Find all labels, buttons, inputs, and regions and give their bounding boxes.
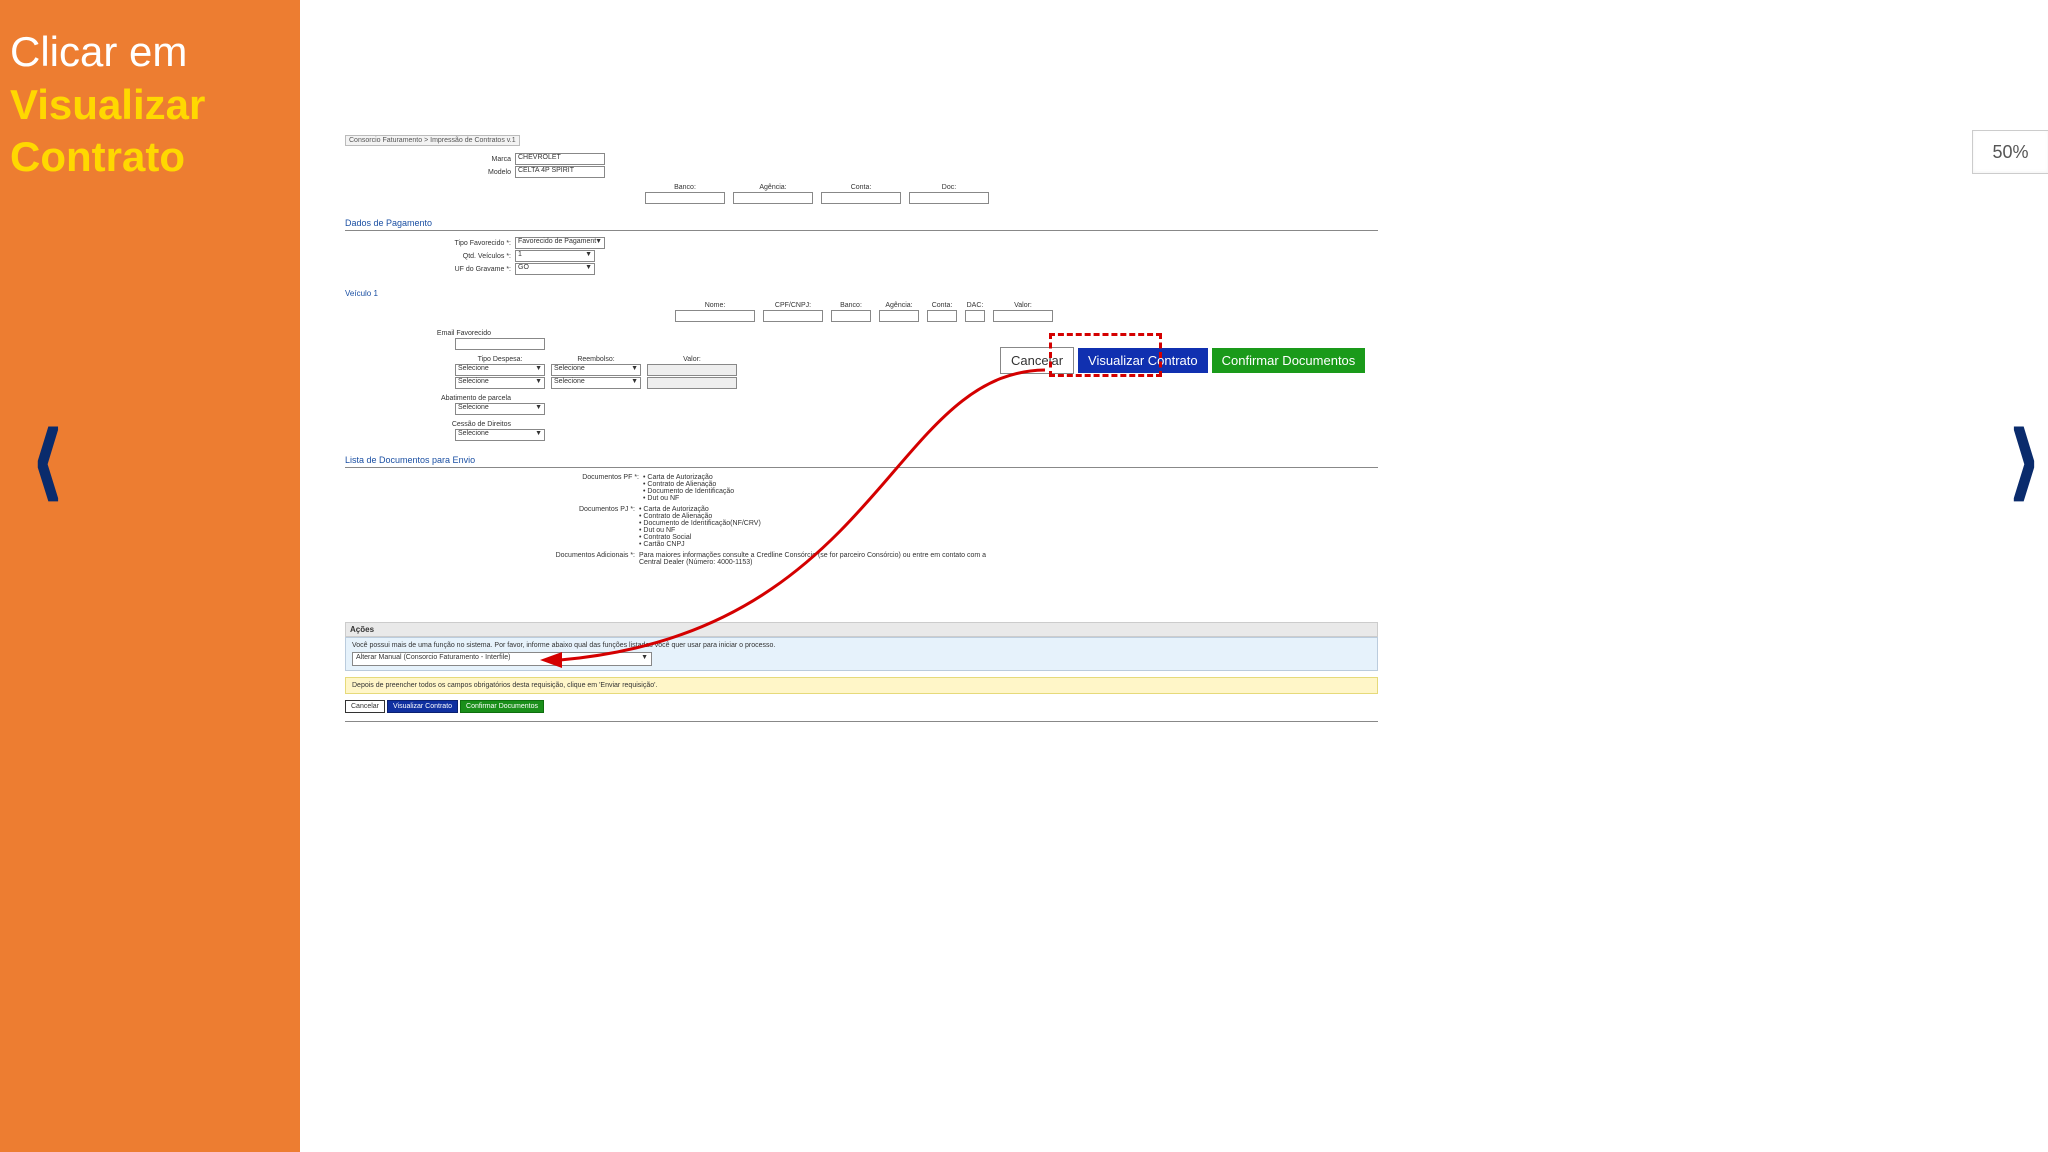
modelo-input[interactable]: CELTA 4P SPIRIT [515, 166, 605, 178]
divider [345, 230, 1378, 231]
conta-header: Conta: [851, 184, 872, 191]
uf-label: UF do Gravame *: [345, 266, 515, 273]
instruction-line2b: Contrato [10, 134, 290, 180]
prev-slide-button[interactable]: ‹ [34, 339, 62, 560]
instruction-sidebar: Clicar em Visualizar Contrato [0, 0, 300, 1152]
vvalor-input[interactable] [993, 310, 1053, 322]
tipo-fav-select[interactable]: Favorecido de Pagament [515, 237, 605, 249]
banco-header: Banco: [674, 184, 696, 191]
info-blue-box: Você possui mais de uma função no sistem… [345, 637, 1378, 671]
cessao-label: Cessão de Direitos [345, 421, 515, 428]
veiculo1-title: Veículo 1 [345, 289, 1378, 298]
vbanco-input[interactable] [831, 310, 871, 322]
vnome-h: Nome: [705, 302, 726, 309]
vconta-h: Conta: [932, 302, 953, 309]
cancel-button-small[interactable]: Cancelar [345, 700, 385, 713]
list-item: Contrato de Alienação [643, 481, 734, 488]
big-button-strip: Cancelar Visualizar Contrato Confirmar D… [1000, 347, 1365, 374]
doc-header: Doc: [942, 184, 956, 191]
docs-pj-label: Documentos PJ *: [519, 506, 639, 548]
docs-pj-list: Carta de Autorização Contrato de Alienaç… [639, 506, 761, 548]
cessao-select[interactable]: Selecione [455, 429, 545, 441]
reembolso-label: Reembolso: [551, 356, 641, 363]
email-input[interactable] [455, 338, 545, 350]
zoom-indicator[interactable]: 50% [1972, 130, 2048, 174]
agencia-input[interactable] [733, 192, 813, 204]
breadcrumb: Consorcio Faturamento > Impressão de Con… [345, 135, 520, 146]
instruction-line1: Clicar em [10, 28, 290, 76]
despesa2-valor[interactable] [647, 377, 737, 389]
email-label: Email Favorecido [345, 330, 495, 337]
docs-pf-label: Documentos PF *: [523, 474, 643, 502]
valor-label: Valor: [647, 356, 737, 363]
instruction-line2a: Visualizar [10, 82, 290, 128]
list-item: Contrato de Alienação [639, 513, 761, 520]
qtd-label: Qtd. Veículos *: [345, 253, 515, 260]
vag-input[interactable] [879, 310, 919, 322]
tipo-fav-label: Tipo Favorecido *: [345, 240, 515, 247]
vcpf-input[interactable] [763, 310, 823, 322]
dados-pagamento-title: Dados de Pagamento [345, 218, 1378, 228]
vbanco-h: Banco: [840, 302, 862, 309]
uf-select[interactable]: GO [515, 263, 595, 275]
divider [345, 721, 1378, 722]
vvalor-h: Valor: [1014, 302, 1032, 309]
docs-adic-label: Documentos Adicionais *: [519, 552, 639, 566]
tipo-despesa-label: Tipo Despesa: [455, 356, 545, 363]
abatimento-select[interactable]: Selecione [455, 403, 545, 415]
info-text: Você possui mais de uma função no sistem… [352, 642, 1371, 649]
doc-input[interactable] [909, 192, 989, 204]
acoes-title: Ações [345, 622, 1378, 637]
confirmar-button-small[interactable]: Confirmar Documentos [460, 700, 544, 713]
visualizar-button-big[interactable]: Visualizar Contrato [1078, 348, 1208, 373]
agencia-header: Agência: [759, 184, 786, 191]
doc-list: Documentos PF *: Carta de Autorização Co… [519, 474, 1378, 566]
list-item: Documento de Identificação(NF/CRV) [639, 520, 761, 527]
list-item: Contrato Social [639, 534, 761, 541]
lista-docs-title: Lista de Documentos para Envio [345, 455, 1378, 465]
vcpf-h: CPF/CNPJ: [775, 302, 811, 309]
confirmar-button-big[interactable]: Confirmar Documentos [1212, 348, 1366, 373]
despesa2-reemb[interactable]: Selecione [551, 377, 641, 389]
vag-h: Agência: [885, 302, 912, 309]
divider [345, 467, 1378, 468]
list-item: Dut ou NF [639, 527, 761, 534]
cancel-button-big[interactable]: Cancelar [1000, 347, 1074, 374]
visualizar-button-small[interactable]: Visualizar Contrato [387, 700, 458, 713]
app-form: Consorcio Faturamento > Impressão de Con… [345, 135, 1378, 728]
abatimento-label: Abatimento de parcela [345, 395, 515, 402]
docs-adic-text: Para maiores informações consulte a Cred… [639, 552, 999, 566]
despesa1-tipo[interactable]: Selecione [455, 364, 545, 376]
list-item: Dut ou NF [643, 495, 734, 502]
list-item: Cartão CNPJ [639, 541, 761, 548]
banco-input[interactable] [645, 192, 725, 204]
despesa1-valor[interactable] [647, 364, 737, 376]
modelo-label: Modelo [345, 169, 515, 176]
list-item: Carta de Autorização [643, 474, 734, 481]
vconta-input[interactable] [927, 310, 957, 322]
marca-input[interactable]: CHEVROLET [515, 153, 605, 165]
vdac-input[interactable] [965, 310, 985, 322]
docs-pf-list: Carta de Autorização Contrato de Alienaç… [643, 474, 734, 502]
conta-input[interactable] [821, 192, 901, 204]
next-slide-button[interactable]: › [2010, 339, 2038, 560]
vnome-input[interactable] [675, 310, 755, 322]
info-yellow-box: Depois de preencher todos os campos obri… [345, 677, 1378, 694]
despesa1-reemb[interactable]: Selecione [551, 364, 641, 376]
role-select[interactable]: Alterar Manual (Consorcio Faturamento - … [352, 652, 652, 666]
despesa2-tipo[interactable]: Selecione [455, 377, 545, 389]
list-item: Carta de Autorização [639, 506, 761, 513]
list-item: Documento de Identificação [643, 488, 734, 495]
qtd-select[interactable]: 1 [515, 250, 595, 262]
vdac-h: DAC: [967, 302, 984, 309]
marca-label: Marca [345, 156, 515, 163]
bottom-button-row: Cancelar Visualizar Contrato Confirmar D… [345, 700, 1378, 713]
